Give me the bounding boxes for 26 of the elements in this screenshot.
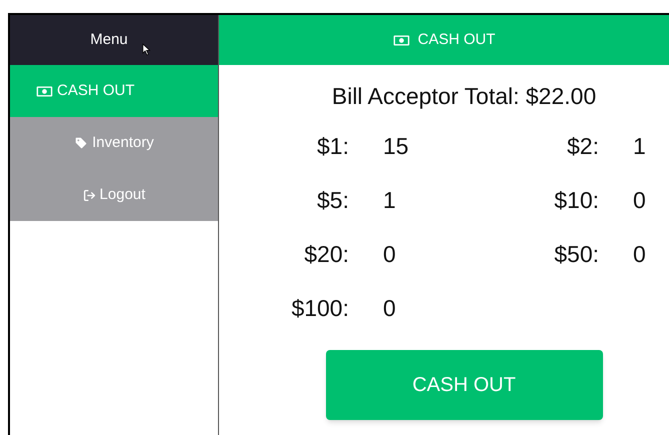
page-title: CASH OUT — [418, 30, 496, 50]
logout-icon — [82, 188, 96, 202]
cash-out-button[interactable]: CASH OUT — [326, 350, 602, 420]
bill-label: $20: — [303, 240, 349, 270]
bill-count: 1 — [382, 186, 397, 216]
bill-label: $1: — [316, 132, 349, 162]
bill-count: 15 — [382, 132, 409, 162]
total-text: Bill Acceptor Total: $22.00 — [332, 82, 596, 111]
bill-count: 1 — [632, 132, 647, 162]
menu-item[interactable]: CASH OUT — [10, 65, 218, 117]
menu-item[interactable]: Logout — [10, 169, 218, 221]
bill-count: 0 — [382, 240, 397, 270]
bill-count: 0 — [632, 240, 647, 270]
bill-label: $50: — [553, 240, 599, 270]
bill-label: $5: — [316, 186, 349, 216]
banknote-icon — [36, 86, 53, 96]
bill-label: $10: — [553, 186, 599, 216]
banknote-icon — [392, 34, 410, 46]
menu-title: Menu — [90, 30, 128, 50]
bill-count: 0 — [632, 186, 647, 216]
bill-label: $100: — [290, 294, 349, 324]
tag-icon — [74, 136, 88, 150]
bill-label: $2: — [566, 132, 599, 162]
menu-item[interactable]: Inventory — [10, 117, 218, 169]
cursor-icon — [142, 43, 151, 56]
bill-count: 0 — [382, 294, 397, 324]
